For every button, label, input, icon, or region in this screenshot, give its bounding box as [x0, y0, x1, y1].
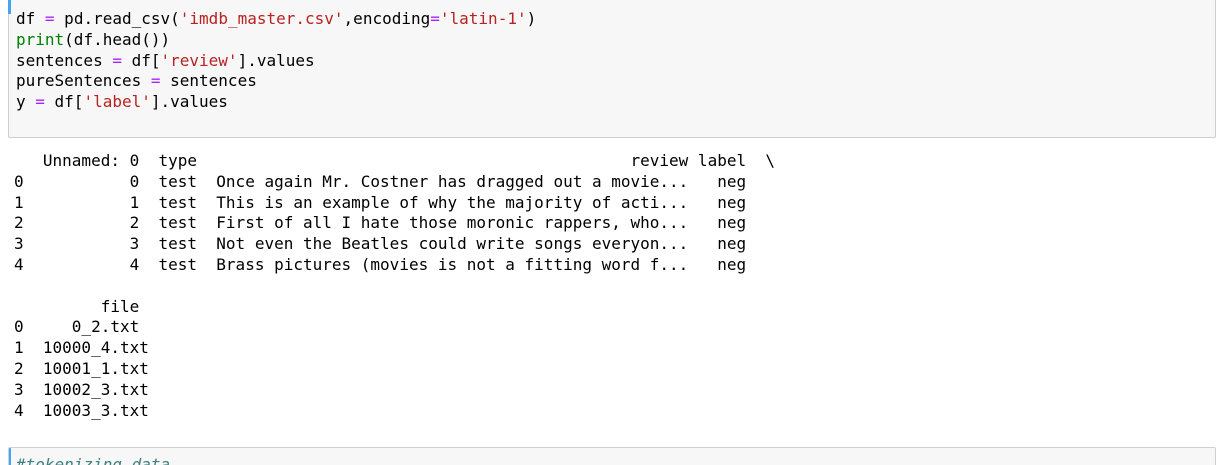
code-token: ].values — [237, 50, 315, 70]
output-table-row: 2 10001_1.txt — [14, 358, 149, 378]
output-table-row: 0 0_2.txt — [14, 317, 140, 337]
code-token: (df.head()) — [64, 29, 171, 49]
code-editor[interactable]: df = pd.read_csv('imdb_master.csv',encod… — [16, 9, 536, 113]
code-token: sentences — [160, 71, 257, 91]
code-operator: = — [150, 71, 161, 91]
cell-indicator — [9, 448, 11, 465]
code-operator: = — [35, 92, 45, 112]
code-editor[interactable]: #tokenizing data — [16, 455, 170, 465]
code-string: 'label' — [83, 92, 151, 112]
code-token: df[ — [121, 50, 161, 70]
code-string: 'imdb_master.csv' — [179, 9, 344, 28]
output-table-row: 0 0 test Once again Mr. Costner has drag… — [14, 171, 747, 191]
code-token: ].values — [150, 92, 228, 112]
output-table-row: 3 3 test Not even the Beatles could writ… — [14, 234, 747, 254]
code-token: ) — [526, 9, 537, 28]
output-table-header: file — [14, 296, 140, 316]
code-token: sentences — [16, 50, 113, 70]
code-string: 'review' — [160, 50, 238, 70]
output-table-row: 4 10003_3.txt — [14, 400, 149, 420]
active-cell-indicator — [8, 0, 11, 14]
code-token: df[ — [44, 92, 84, 112]
code-token: ,encoding — [343, 9, 431, 28]
code-token: y — [16, 92, 36, 112]
code-token: pureSentences — [16, 71, 151, 91]
code-token: pd.read_csv( — [54, 9, 180, 28]
cell-output: Unnamed: 0 type review label \ 0 0 test … — [14, 151, 775, 421]
output-table-row: 4 4 test Brass pictures (movies is not a… — [14, 254, 747, 274]
code-cell-input[interactable]: df = pd.read_csv('imdb_master.csv',encod… — [8, 0, 1216, 138]
output-table-row: 1 1 test This is an example of why the m… — [14, 192, 747, 212]
code-operator: = — [430, 9, 440, 28]
code-string: 'latin-1' — [439, 9, 527, 28]
code-token: df — [16, 9, 45, 28]
code-operator: = — [44, 9, 55, 28]
code-cell-input-next[interactable]: #tokenizing data — [8, 447, 1216, 465]
output-table-row: 2 2 test First of all I hate those moron… — [14, 213, 747, 233]
code-builtin: print — [16, 29, 65, 49]
code-comment: #tokenizing data — [16, 455, 171, 465]
output-table-header: Unnamed: 0 type review label \ — [14, 151, 775, 170]
output-table-row: 1 10000_4.txt — [14, 338, 149, 358]
code-operator: = — [112, 50, 122, 70]
output-table-row: 3 10002_3.txt — [14, 379, 149, 399]
